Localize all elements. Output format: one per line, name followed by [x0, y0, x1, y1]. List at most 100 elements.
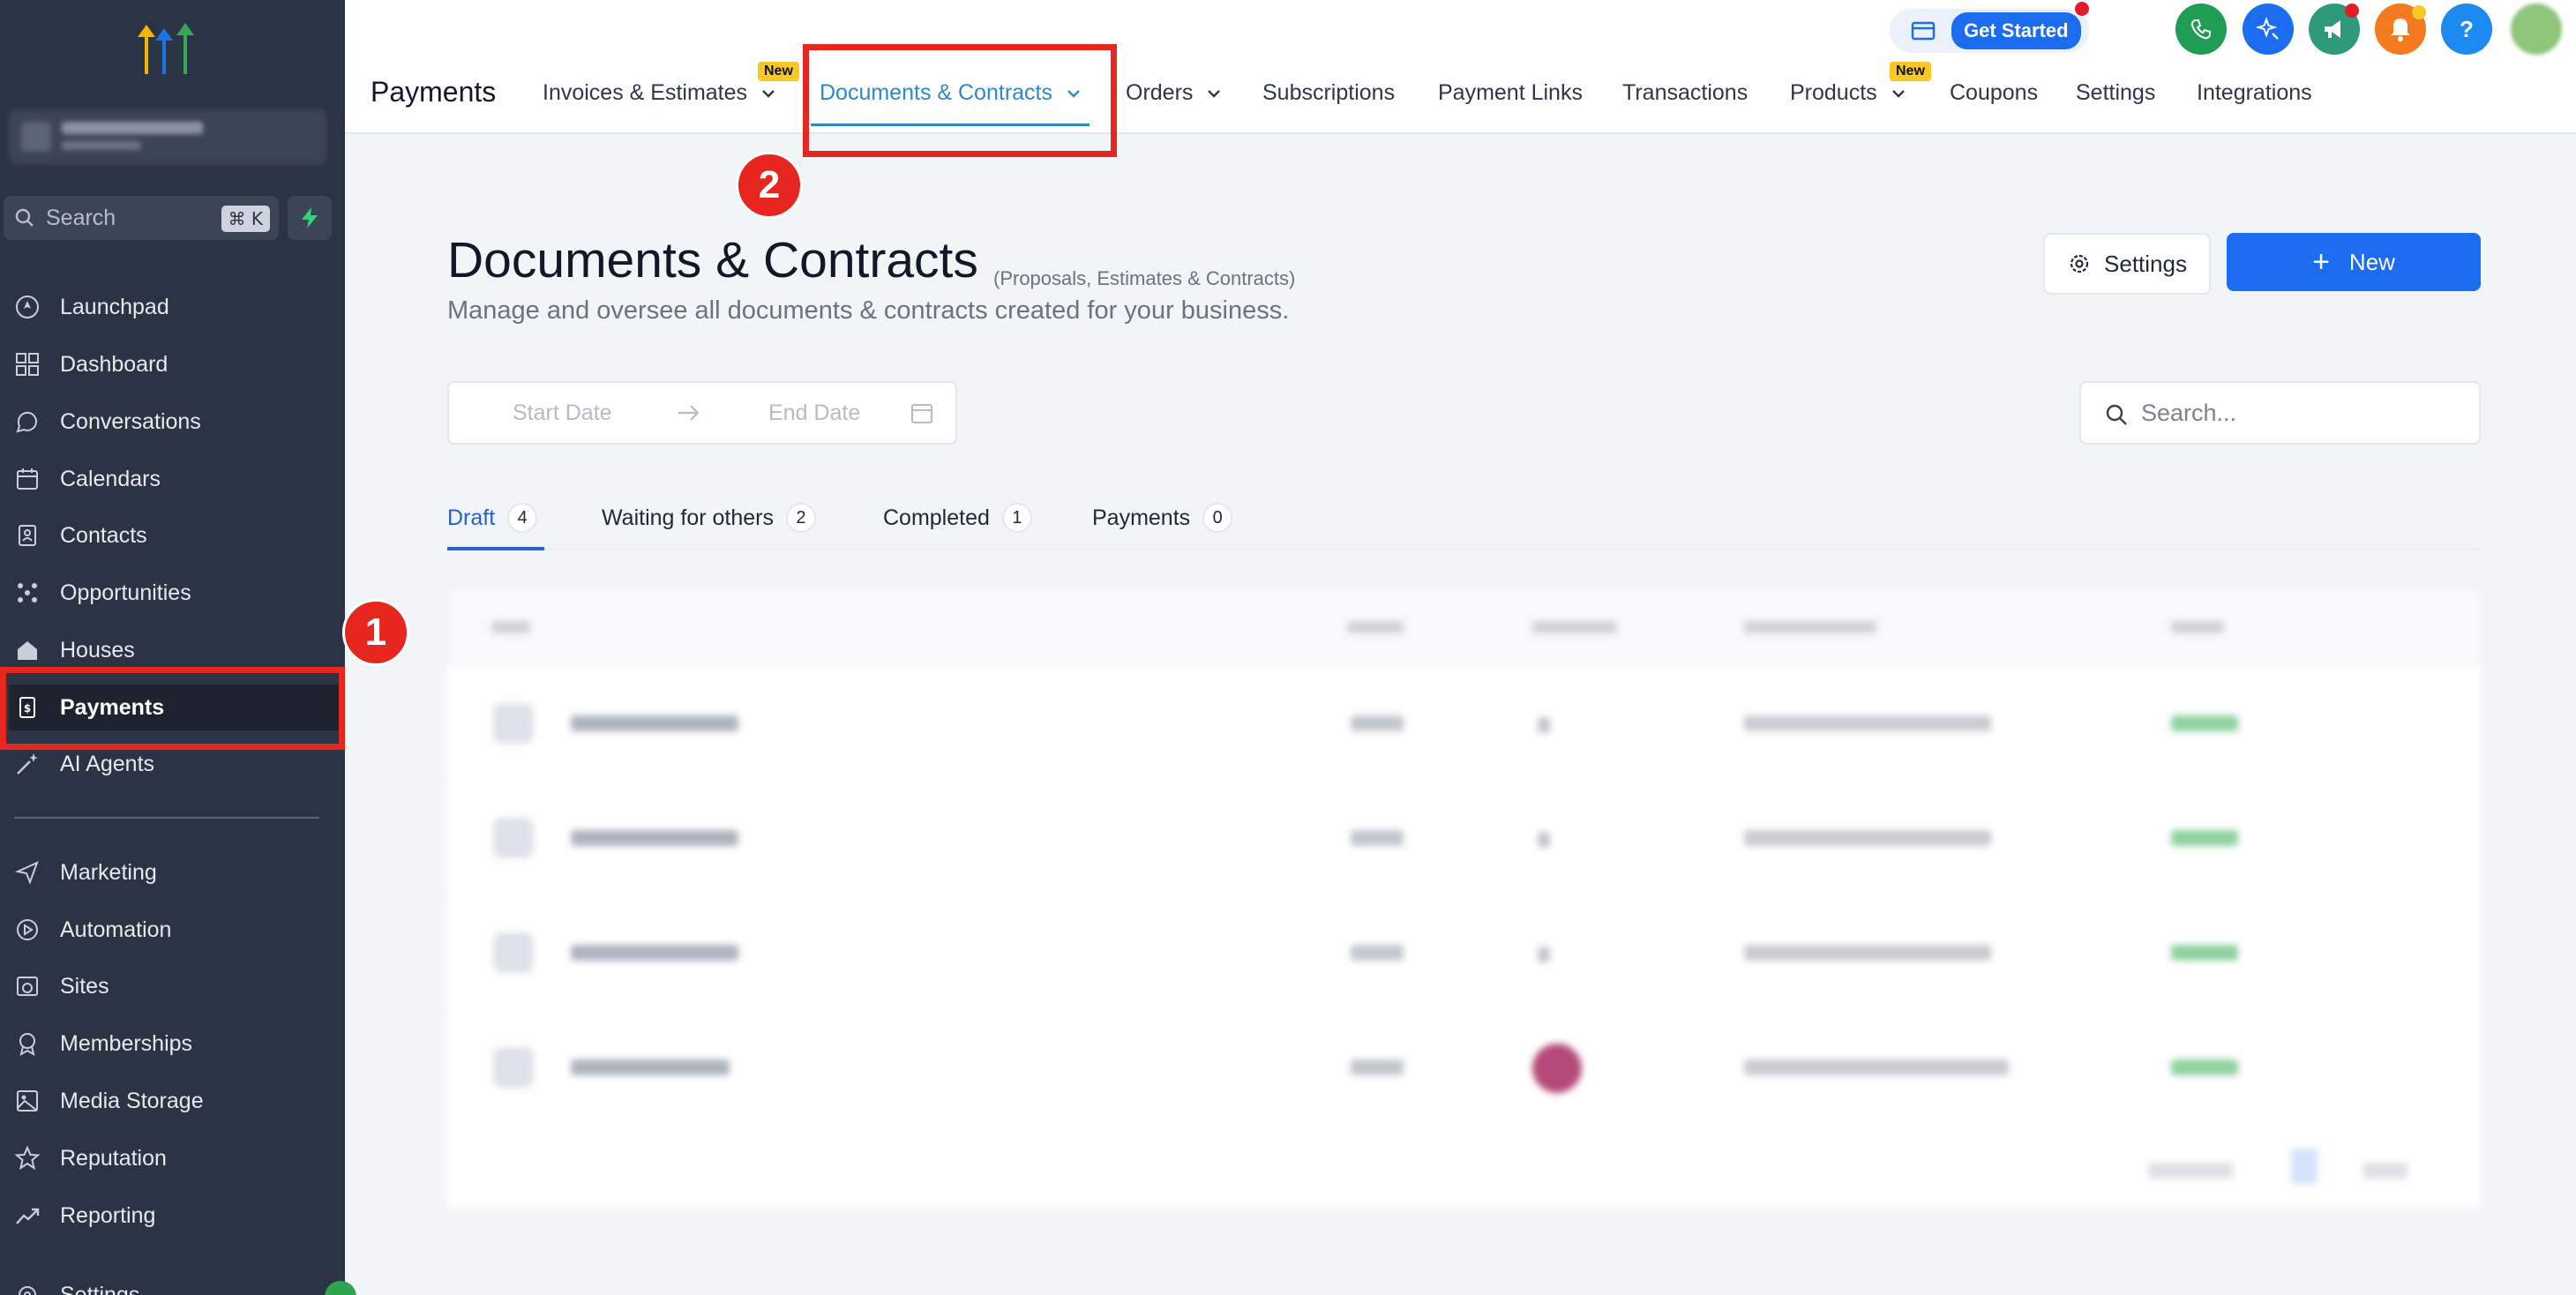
settings-button[interactable]: Settings	[2043, 233, 2211, 295]
tab-label: Orders	[1126, 80, 1194, 105]
gear-icon	[2070, 254, 2089, 273]
trend-chart-icon	[12, 1201, 42, 1231]
tab-label: Settings	[2076, 80, 2156, 105]
tab-integrations[interactable]: Integrations	[2197, 80, 2312, 106]
sidebar-item-label: Launchpad	[60, 294, 169, 319]
sidebar-item-reporting[interactable]: Reporting	[12, 1194, 155, 1238]
tab-transactions[interactable]: Transactions	[1622, 80, 1748, 106]
subtab-payments[interactable]: Payments 0	[1092, 503, 1233, 533]
sidebar-item-settings[interactable]: Settings	[12, 1273, 139, 1295]
step-marker-2: 2	[736, 152, 803, 219]
sidebar-item-media-storage[interactable]: Media Storage	[12, 1079, 204, 1123]
avatar	[1532, 1044, 1582, 1093]
search-icon	[15, 208, 34, 227]
end-date-input[interactable]: End Date	[768, 400, 860, 426]
sidebar-item-conversations[interactable]: Conversations	[12, 400, 201, 444]
sidebar-item-sites[interactable]: Sites	[12, 964, 109, 1008]
tab-label: Transactions	[1622, 80, 1749, 105]
tab-label: Products	[1790, 80, 1877, 105]
subtab-label: Draft	[447, 505, 496, 530]
phone-icon	[2190, 19, 2211, 40]
arrow-right-icon	[678, 405, 700, 421]
sidebar-item-reputation[interactable]: Reputation	[12, 1136, 167, 1180]
new-document-button[interactable]: + New	[2227, 233, 2481, 291]
tab-products[interactable]: Products	[1790, 80, 1907, 106]
table-row[interactable]	[447, 895, 2481, 1009]
sidebar-item-houses[interactable]: Houses	[12, 628, 135, 672]
step-marker-1: 1	[342, 599, 409, 666]
document-search-input[interactable]: Search...	[2079, 381, 2481, 445]
help-button[interactable]: ?	[2441, 4, 2492, 55]
chat-bubble-icon	[12, 407, 42, 437]
phone-button[interactable]	[2175, 4, 2227, 55]
tab-payment-links[interactable]: Payment Links	[1438, 80, 1583, 106]
section-title: Payments	[371, 76, 497, 108]
sidebar-item-label: Marketing	[60, 859, 157, 885]
new-button-label: New	[2348, 248, 2395, 275]
sidebar-item-opportunities[interactable]: Opportunities	[12, 571, 191, 615]
tab-invoices-estimates[interactable]: Invoices & Estimates	[543, 80, 777, 106]
ai-assistant-button[interactable]	[2243, 4, 2294, 55]
sidebar-item-label: Automation	[60, 917, 172, 942]
table-row[interactable]	[447, 665, 2481, 780]
bell-icon	[2391, 19, 2410, 41]
date-range-picker[interactable]: Start Date End Date	[447, 381, 957, 445]
sidebar-item-label: Sites	[60, 973, 109, 999]
subtab-label: Completed	[883, 505, 990, 530]
image-icon	[12, 1086, 42, 1116]
calendar-icon	[911, 404, 932, 423]
sidebar-item-label: Reporting	[60, 1202, 156, 1228]
subtab-completed[interactable]: Completed 1	[883, 503, 1032, 533]
tab-settings[interactable]: Settings	[2076, 80, 2155, 106]
sparkle-wand-icon	[12, 749, 42, 779]
get-started-button[interactable]: Get Started	[1951, 12, 2081, 49]
sidebar-item-automation[interactable]: Automation	[12, 908, 171, 952]
settings-button-label: Settings	[2104, 250, 2187, 277]
start-date-input[interactable]: Start Date	[513, 400, 612, 426]
get-started-widget[interactable]: Get Started	[1890, 9, 2089, 53]
tab-label: Payment Links	[1438, 80, 1583, 105]
tab-coupons[interactable]: Coupons	[1950, 80, 2038, 106]
sidebar-item-label: Calendars	[60, 466, 161, 491]
house-icon	[12, 635, 42, 665]
search-placeholder: Search...	[2141, 399, 2237, 426]
sidebar-item-dashboard[interactable]: Dashboard	[12, 342, 168, 386]
sidebar-item-launchpad[interactable]: Launchpad	[12, 285, 169, 329]
tab-subscriptions[interactable]: Subscriptions	[1262, 80, 1395, 106]
page-description: Manage and oversee all documents & contr…	[447, 296, 1290, 325]
sidebar-item-memberships[interactable]: Memberships	[12, 1022, 192, 1066]
megaphone-icon	[2325, 20, 2340, 38]
pagination-next[interactable]	[2363, 1163, 2408, 1179]
pagination-info	[2148, 1163, 2233, 1179]
quick-action-button[interactable]	[288, 196, 332, 240]
search-shortcut: ⌘ K	[221, 206, 270, 232]
chevron-down-icon	[1208, 89, 1221, 98]
subtab-label: Payments	[1092, 505, 1191, 530]
play-circle-icon	[12, 915, 42, 945]
subtab-draft[interactable]: Draft 4	[447, 503, 538, 533]
documents-table	[447, 591, 2481, 1209]
user-avatar[interactable]	[2511, 4, 2562, 55]
sidebar-search[interactable]: Search ⌘ K	[4, 196, 279, 240]
subtab-waiting-for-others[interactable]: Waiting for others 2	[602, 503, 816, 533]
grid-icon	[12, 349, 42, 379]
plus-icon: +	[2312, 244, 2330, 279]
top-navigation: Payments Invoices & Estimates New Docume…	[345, 0, 2576, 134]
question-mark-icon: ?	[2460, 15, 2474, 42]
sidebar-item-marketing[interactable]: Marketing	[12, 850, 157, 895]
sidebar-item-calendars[interactable]: Calendars	[12, 457, 161, 501]
count-badge: 2	[785, 503, 816, 533]
highlight-payments	[0, 667, 345, 750]
table-row[interactable]	[447, 780, 2481, 895]
count-badge: 4	[507, 503, 538, 533]
account-switcher[interactable]	[9, 109, 326, 164]
tab-label: Subscriptions	[1262, 80, 1396, 105]
chevron-down-icon	[762, 89, 775, 98]
sidebar-item-contacts[interactable]: Contacts	[12, 513, 147, 558]
tab-orders[interactable]: Orders	[1126, 80, 1223, 106]
search-icon	[2106, 404, 2127, 425]
nodes-icon	[12, 578, 42, 608]
subtab-divider	[447, 549, 2481, 550]
table-row[interactable]	[447, 1009, 2481, 1124]
pagination-current-page[interactable]	[2291, 1149, 2318, 1184]
